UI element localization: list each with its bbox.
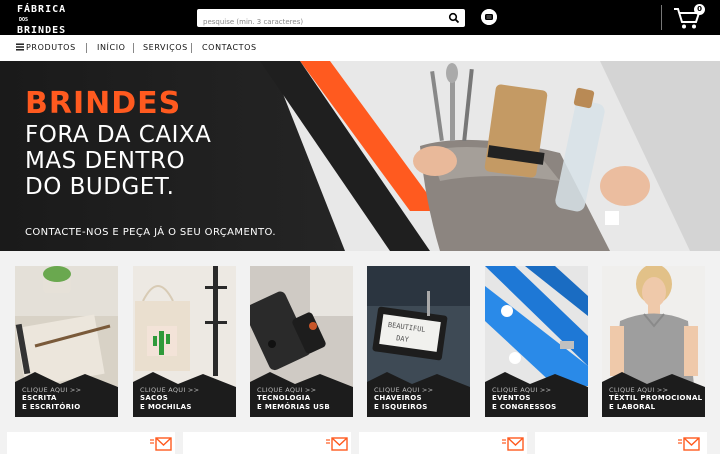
category-name-line: TECNOLOGIA xyxy=(257,394,311,402)
nav-item-produtos[interactable]: PRODUTOS xyxy=(26,43,76,52)
nav-separator xyxy=(86,43,87,53)
category-tile-tecnologia[interactable]: CLIQUE AQUI >> TECNOLOGIA E MEMÓRIAS USB xyxy=(250,266,353,417)
hero-line: FORA DA CAIXA xyxy=(25,122,212,148)
hero-subheadline: FORA DA CAIXA MAS DENTRO DO BUDGET. xyxy=(25,122,211,200)
category-name: TECNOLOGIA E MEMÓRIAS USB xyxy=(257,394,330,412)
category-cta: CLIQUE AQUI >> xyxy=(22,386,82,394)
search-input[interactable] xyxy=(197,13,443,31)
nav-item-servicos[interactable]: SERVIÇOS xyxy=(143,43,188,52)
category-name-line: CHAVEIROS xyxy=(374,394,422,402)
hero-line: DO BUDGET. xyxy=(25,174,175,200)
cart-count-badge: 0 xyxy=(694,4,705,15)
category-name-line: E MEMÓRIAS USB xyxy=(257,403,331,411)
hero-banner[interactable]: BRINDES FORA DA CAIXA MAS DENTRO DO BUDG… xyxy=(0,61,720,251)
category-name-line: EVENTOS xyxy=(492,394,531,402)
category-name-line: ESCRITA xyxy=(22,394,57,402)
category-cta: CLIQUE AQUI >> xyxy=(140,386,200,394)
nav-separator xyxy=(191,43,192,53)
category-name-line: TÊXTIL PROMOCIONAL xyxy=(609,394,703,402)
logo-line-2: DOS xyxy=(19,17,29,23)
menu-icon[interactable] xyxy=(16,43,24,51)
top-bar: FÁBRICA DOS BRINDES 0 xyxy=(0,0,720,36)
category-cta: CLIQUE AQUI >> xyxy=(492,386,552,394)
category-name-line: E CONGRESSOS xyxy=(492,403,557,411)
header-divider xyxy=(661,5,662,30)
category-tile-sacos[interactable]: CLIQUE AQUI >> SACOS E MOCHILAS xyxy=(133,266,236,417)
category-name-line: E LABORAL xyxy=(609,403,656,411)
category-cta: CLIQUE AQUI >> xyxy=(374,386,434,394)
category-name: ESCRITA E ESCRITÓRIO xyxy=(22,394,80,412)
category-tile-chaveiros[interactable]: BEAUTIFUL DAY CLIQUE AQUI >> CHAVEIROS E… xyxy=(367,266,470,417)
site-logo[interactable]: FÁBRICA DOS BRINDES xyxy=(17,5,66,36)
hero-cta-text[interactable]: CONTACTE-NOS E PEÇA JÁ O SEU ORÇAMENTO. xyxy=(25,227,276,238)
category-name: TÊXTIL PROMOCIONAL E LABORAL xyxy=(609,394,702,412)
category-name-line: SACOS xyxy=(140,394,169,402)
category-name-line: E ISQUEIROS xyxy=(374,403,428,411)
envelope-icon xyxy=(678,437,700,451)
category-name-line: E MOCHILAS xyxy=(140,403,192,411)
chat-icon[interactable] xyxy=(481,9,497,25)
envelope-icon xyxy=(150,437,172,451)
category-name: CHAVEIROS E ISQUEIROS xyxy=(374,394,428,412)
category-name: SACOS E MOCHILAS xyxy=(140,394,192,412)
envelope-icon xyxy=(502,437,524,451)
nav-item-contactos[interactable]: CONTACTOS xyxy=(202,43,257,52)
category-name-line: E ESCRITÓRIO xyxy=(22,403,81,411)
category-cta: CLIQUE AQUI >> xyxy=(609,386,669,394)
envelope-icon xyxy=(326,437,348,451)
main-nav: PRODUTOS INÍCIO SERVIÇOS CONTACTOS xyxy=(0,35,720,61)
logo-line-1: FÁBRICA xyxy=(17,4,67,15)
nav-item-inicio[interactable]: INÍCIO xyxy=(97,43,126,52)
search-icon[interactable] xyxy=(448,12,460,24)
hero-line: MAS DENTRO xyxy=(25,148,186,174)
hero-headline: BRINDES xyxy=(25,86,182,121)
category-tile-textil[interactable]: CLIQUE AQUI >> TÊXTIL PROMOCIONAL E LABO… xyxy=(602,266,705,417)
category-cta: CLIQUE AQUI >> xyxy=(257,386,317,394)
category-name: EVENTOS E CONGRESSOS xyxy=(492,394,556,412)
category-tile-eventos[interactable]: CLIQUE AQUI >> EVENTOS E CONGRESSOS xyxy=(485,266,588,417)
search-box xyxy=(197,9,465,31)
nav-separator xyxy=(133,43,134,53)
category-tile-escrita[interactable]: CLIQUE AQUI >> ESCRITA E ESCRITÓRIO xyxy=(15,266,118,417)
